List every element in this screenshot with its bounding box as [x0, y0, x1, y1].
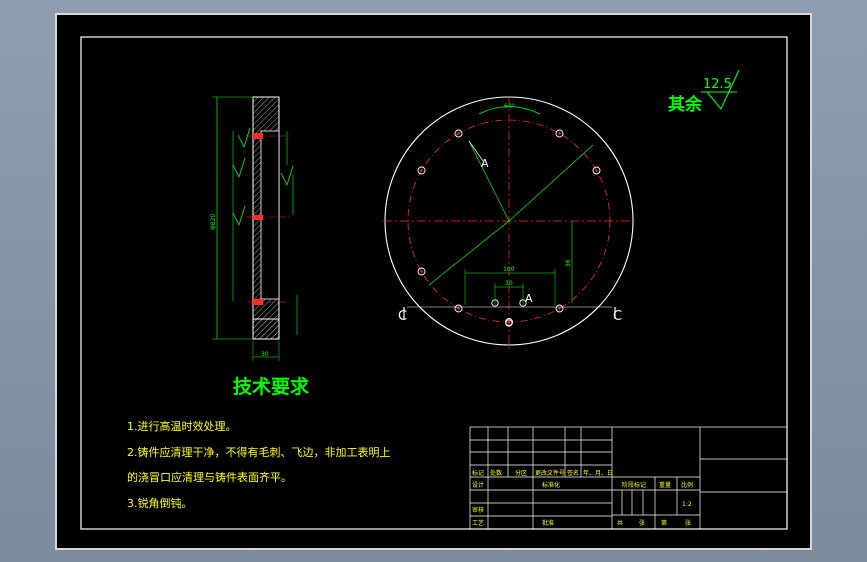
stage-label: 阶段标记: [622, 481, 646, 489]
header-cell: 标记: [472, 469, 484, 477]
roughness-mark: [237, 127, 251, 149]
roughness-value: 12.5: [703, 77, 732, 92]
drawing-sheet: Φ820 30 C C 60° 100 30 36 A A 其余 12.5 技术…: [55, 13, 812, 550]
roughness-mark: [232, 205, 246, 227]
height-dimension: Φ820: [210, 214, 217, 230]
scale-label: 比例: [681, 481, 693, 489]
requirement-line-4: 3.锐角倒钝。: [127, 496, 193, 510]
requirement-line-3: 的浇冒口应清理与铸件表面齐平。: [127, 470, 292, 484]
diameter-leader: [428, 220, 510, 286]
requirement-line-1: 1.进行高温时效处理。: [127, 419, 237, 433]
bolt-spacing-dimension: 100: [503, 266, 515, 273]
bolt-hole-middle: [253, 215, 263, 220]
roughness-mark: [232, 157, 246, 179]
header-cell: 签名: [567, 469, 579, 477]
bolt-hole-center: [507, 320, 511, 324]
roughness-label: 其余: [668, 94, 703, 115]
side-section-view: Φ820 30: [210, 96, 298, 361]
front-view: C C 60° 100 30 36 A A: [383, 96, 635, 349]
bolt-hole-center: [595, 169, 598, 172]
cad-drawing: Φ820 30 C C 60° 100 30 36 A A 其余 12.5 技术…: [80, 36, 788, 530]
header-cell: 更改文件号: [535, 469, 565, 477]
vertical-offset-dimension: 36: [565, 259, 572, 267]
bolt-hole-center: [457, 132, 460, 135]
weight-label: 重量: [659, 481, 671, 489]
section-label-left: C: [398, 309, 407, 324]
header-cell: 年、月、日: [583, 469, 613, 477]
scale-value: 1:2: [682, 501, 692, 508]
requirement-line-2: 2.铸件应清理干净，不得有毛刺、飞边，非加工表明上: [127, 445, 391, 459]
requirements-title: 技术要求: [233, 375, 310, 398]
bolt-hole-center: [457, 307, 460, 310]
inner-spacing-dimension: 30: [505, 280, 513, 287]
approval-label: 批准: [542, 519, 554, 527]
sheet-cell: 第: [661, 519, 667, 527]
view-label-a-lower: A: [525, 292, 533, 305]
technical-requirements: 技术要求 1.进行高温时效处理。 2.铸件应清理干净，不得有毛刺、飞边，非加工表…: [127, 375, 391, 510]
view-label-a-upper: A: [481, 157, 489, 170]
process-label: 工艺: [472, 519, 484, 527]
sheet-cell: 共: [617, 519, 623, 527]
sheet-cell: 张: [639, 519, 645, 527]
header-cell: 处数: [490, 469, 502, 477]
bolt-hole-center: [558, 132, 561, 135]
header-cell: 分区: [515, 469, 527, 477]
title-block-text: 标记 处数 分区 更改文件号 签名 年、月、日 设计 标准化 审核 工艺 批准 …: [472, 469, 693, 527]
roughness-mark: [280, 165, 294, 187]
sheet-cell: 张: [685, 519, 691, 527]
angle-dimension: 60°: [504, 103, 515, 110]
thickness-dimension: 30: [261, 351, 269, 358]
review-label: 审核: [472, 506, 484, 514]
bolt-hole-center: [558, 307, 561, 310]
section-label-right: C: [613, 309, 622, 324]
design-label: 设计: [472, 481, 484, 489]
bolt-hole-center: [420, 270, 423, 273]
standardization-label: 标准化: [542, 481, 560, 489]
bolt-hole-center: [420, 169, 423, 172]
roughness-symbol: 其余 12.5: [668, 69, 740, 115]
section-recess: [260, 130, 280, 300]
title-block: [469, 426, 788, 530]
